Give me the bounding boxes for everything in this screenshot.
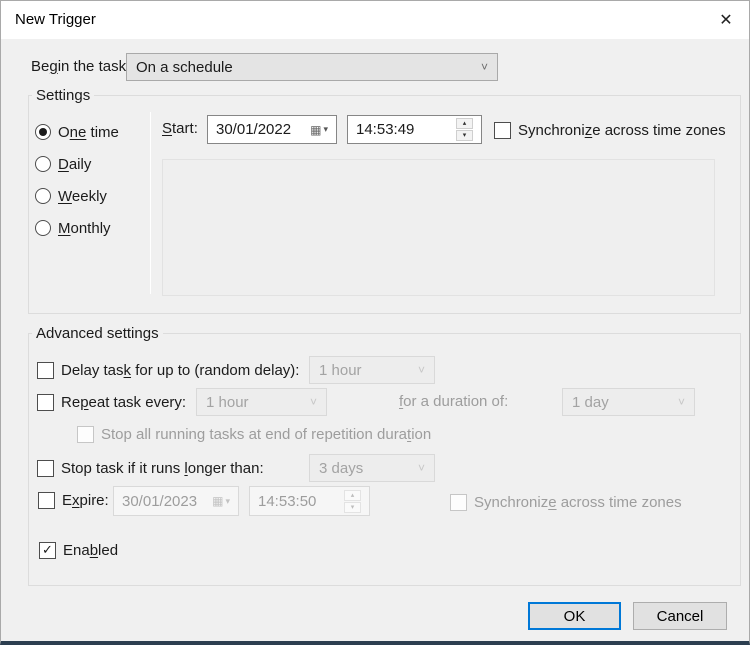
close-icon: ✕ bbox=[719, 12, 733, 29]
settings-separator bbox=[150, 112, 151, 294]
advanced-settings-group: Advanced settings Delay task for up to (… bbox=[28, 324, 741, 586]
radio-monthly-label: Monthly bbox=[58, 219, 111, 237]
expire-date-value: 30/01/2023 bbox=[122, 492, 198, 510]
begin-task-label: Begin the task: bbox=[31, 58, 131, 75]
titlebar: New Trigger ✕ bbox=[1, 1, 749, 39]
radio-daily[interactable]: Daily bbox=[35, 154, 91, 174]
start-time-field[interactable]: 14:53:49 ▴ ▾ bbox=[347, 115, 482, 144]
spin-down-button: ▾ bbox=[344, 501, 361, 513]
stop-task-duration-value: 3 days bbox=[319, 459, 364, 477]
radio-selected-icon bbox=[35, 124, 51, 140]
sync-timezones-checkbox-row[interactable]: Synchronize across time zones bbox=[494, 120, 726, 140]
radio-daily-label: Daily bbox=[58, 155, 92, 173]
delay-task-select: 1 hour ˅ bbox=[309, 356, 435, 384]
radio-weekly[interactable]: Weekly bbox=[35, 186, 107, 206]
radio-icon bbox=[35, 156, 51, 172]
repeat-interval-value: 1 hour bbox=[206, 393, 249, 411]
chevron-down-icon: ˅ bbox=[309, 395, 317, 409]
begin-task-select[interactable]: On a schedule ˅ bbox=[126, 53, 498, 81]
start-label: Start: bbox=[162, 120, 198, 137]
time-spinner: ▴ ▾ bbox=[344, 489, 361, 513]
delay-task-label: Delay task for up to (random delay): bbox=[61, 361, 300, 379]
expire-time-value: 14:53:50 bbox=[258, 492, 317, 510]
checkbox-icon bbox=[37, 361, 54, 379]
sync-timezones-label: Synchronize across time zones bbox=[518, 121, 726, 139]
radio-monthly[interactable]: Monthly bbox=[35, 218, 111, 238]
radio-one-time-label: One time bbox=[58, 123, 119, 141]
start-time-value: 14:53:49 bbox=[356, 121, 415, 138]
stop-task-checkbox-row[interactable]: Stop task if it runs longer than: bbox=[37, 458, 264, 478]
calendar-icon: ▦ bbox=[310, 122, 322, 137]
stop-all-tasks-checkbox-row: Stop all running tasks at end of repetit… bbox=[77, 424, 431, 444]
spin-up-button: ▴ bbox=[344, 489, 361, 501]
ok-button[interactable]: OK bbox=[528, 602, 621, 630]
start-date-value: 30/01/2022 bbox=[216, 121, 292, 138]
checkbox-icon bbox=[77, 425, 94, 443]
start-date-field[interactable]: 30/01/2022 ▦ ▾ bbox=[207, 115, 337, 144]
enabled-checkbox-row[interactable]: ✓ Enabled bbox=[39, 540, 118, 560]
expire-label: Expire: bbox=[62, 491, 109, 509]
radio-icon bbox=[35, 188, 51, 204]
date-picker-button-disabled: ▦ ▾ bbox=[212, 495, 230, 507]
expire-date-field: 30/01/2023 ▦ ▾ bbox=[113, 486, 239, 516]
dropdown-arrow-icon: ▾ bbox=[323, 124, 328, 134]
spin-up-button[interactable]: ▴ bbox=[456, 118, 473, 129]
expire-sync-timezones-checkbox-row: Synchronize across time zones bbox=[450, 492, 682, 512]
cancel-button[interactable]: Cancel bbox=[633, 602, 727, 630]
chevron-down-icon: ˅ bbox=[417, 461, 425, 475]
expire-checkbox-row[interactable]: Expire: bbox=[38, 490, 109, 510]
settings-group: Settings One time Daily Weekly Monthly S… bbox=[28, 86, 741, 314]
chevron-down-icon: ˅ bbox=[677, 395, 685, 409]
duration-label: for a duration of: bbox=[399, 393, 509, 410]
chevron-down-icon: ˅ bbox=[417, 363, 425, 377]
dropdown-arrow-icon: ▾ bbox=[225, 495, 230, 506]
repeat-task-checkbox-row[interactable]: Repeat task every: bbox=[37, 392, 186, 412]
date-picker-button[interactable]: ▦ ▾ bbox=[310, 124, 328, 136]
enabled-label: Enabled bbox=[63, 541, 119, 559]
chevron-down-icon: ˅ bbox=[480, 60, 488, 74]
expire-time-field: 14:53:50 ▴ ▾ bbox=[249, 486, 370, 516]
schedule-options-panel bbox=[162, 159, 715, 296]
time-spinner: ▴ ▾ bbox=[456, 118, 473, 141]
duration-select: 1 day ˅ bbox=[562, 388, 695, 416]
new-trigger-dialog: New Trigger ✕ Begin the task: On a sched… bbox=[0, 0, 750, 645]
spin-down-button[interactable]: ▾ bbox=[456, 130, 473, 141]
window-title: New Trigger bbox=[15, 11, 96, 28]
expire-sync-timezones-label: Synchronize across time zones bbox=[474, 493, 682, 511]
stop-task-duration-select: 3 days ˅ bbox=[309, 454, 435, 482]
settings-group-label: Settings bbox=[32, 86, 95, 106]
repeat-task-label: Repeat task every: bbox=[61, 393, 187, 411]
checkbox-icon bbox=[37, 393, 54, 411]
checkbox-icon bbox=[494, 121, 511, 139]
checkbox-icon bbox=[37, 459, 54, 477]
delay-task-checkbox-row[interactable]: Delay task for up to (random delay): bbox=[37, 360, 299, 380]
advanced-settings-group-label: Advanced settings bbox=[32, 324, 163, 344]
duration-value: 1 day bbox=[572, 393, 609, 411]
calendar-icon: ▦ bbox=[212, 494, 224, 508]
radio-icon bbox=[35, 220, 51, 236]
repeat-interval-select: 1 hour ˅ bbox=[196, 388, 327, 416]
close-button[interactable]: ✕ bbox=[703, 1, 749, 39]
checkbox-icon bbox=[38, 491, 55, 509]
checkbox-checked-icon: ✓ bbox=[39, 541, 56, 559]
delay-task-value: 1 hour bbox=[319, 361, 362, 379]
stop-all-tasks-label: Stop all running tasks at end of repetit… bbox=[101, 425, 432, 443]
stop-task-label: Stop task if it runs longer than: bbox=[61, 459, 264, 477]
begin-task-value: On a schedule bbox=[136, 58, 233, 76]
radio-one-time[interactable]: One time bbox=[35, 122, 119, 142]
radio-weekly-label: Weekly bbox=[58, 187, 107, 205]
checkbox-icon bbox=[450, 493, 467, 511]
